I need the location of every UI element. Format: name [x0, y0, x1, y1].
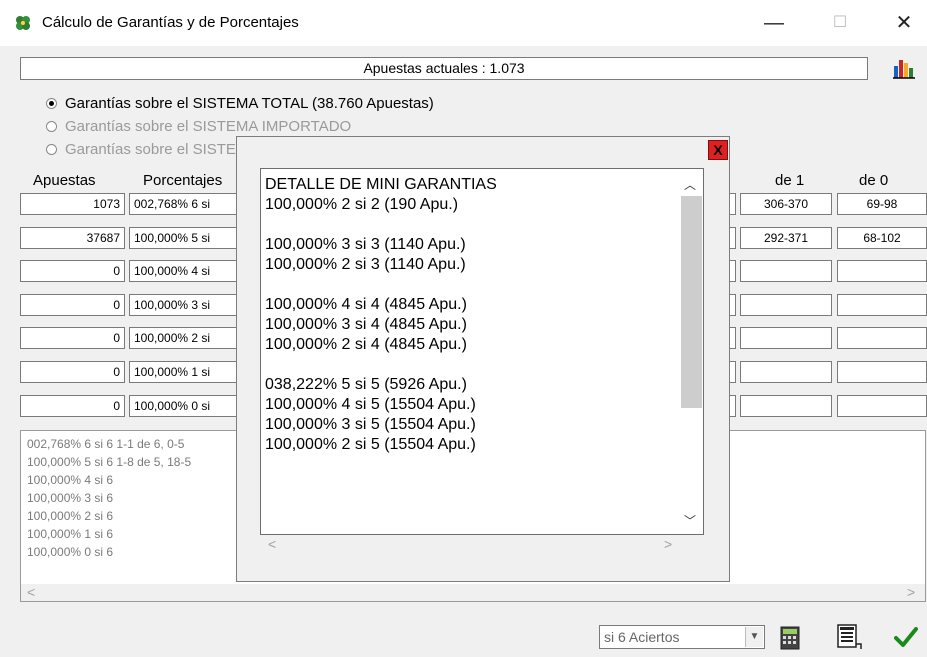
de-0-cell[interactable]: 68-102 [837, 227, 927, 249]
radio-sistema-importado[interactable]: Garantías sobre el SISTEMA IMPORTADO [46, 118, 351, 135]
log-line: 100,000% 1 si 6 [27, 527, 114, 541]
memo-scroll-thumb[interactable] [681, 196, 702, 408]
calculator-icon[interactable] [780, 626, 800, 655]
log-line: 002,768% 6 si 6 1-1 de 6, 0-5 [27, 437, 185, 451]
memo-line: 100,000% 2 si 5 (15504 Apu.) [265, 436, 476, 453]
memo-line: DETALLE DE MINI GARANTIAS [265, 176, 497, 193]
radio-button[interactable] [46, 121, 57, 132]
header-de-0: de 0 [859, 172, 889, 189]
memo-line: 100,000% 4 si 5 (15504 Apu.) [265, 396, 476, 413]
apuestas-cell[interactable]: 0 [20, 260, 125, 282]
memo-line: 100,000% 3 si 4 (4845 Apu.) [265, 316, 467, 333]
de-0-cell[interactable] [837, 294, 927, 316]
de-1-cell[interactable] [740, 361, 832, 383]
de-0-cell[interactable] [837, 361, 927, 383]
de-1-cell[interactable] [740, 294, 832, 316]
porcentaje-cell[interactable]: 100,000% 4 si [129, 260, 239, 282]
memo-line: 100,000% 4 si 4 (4845 Apu.) [265, 296, 467, 313]
minimize-button[interactable]: — [752, 8, 796, 38]
close-window-button[interactable]: ✕ [882, 8, 926, 38]
porcentaje-cell[interactable]: 100,000% 1 si [129, 361, 239, 383]
memo-scroll-left-icon[interactable]: < [268, 536, 276, 552]
bar-chart-icon[interactable] [892, 57, 916, 79]
log-line: 100,000% 0 si 6 [27, 545, 114, 559]
header-de-1: de 1 [775, 172, 805, 189]
radio-sistema-third[interactable]: Garantías sobre el SISTEMA [46, 141, 258, 158]
mini-garantias-memo[interactable]: DETALLE DE MINI GARANTIAS 100,000% 2 si 2… [260, 168, 704, 535]
de-0-cell[interactable] [837, 260, 927, 282]
porcentaje-cell[interactable]: 100,000% 0 si [129, 395, 239, 417]
clover-app-icon [14, 14, 32, 32]
radio-button[interactable] [46, 144, 57, 155]
porcentaje-cell[interactable]: 002,768% 6 si [129, 193, 239, 215]
de-1-cell[interactable] [740, 260, 832, 282]
chevron-down-icon[interactable]: ▼ [745, 627, 763, 647]
log-horizontal-scrollbar[interactable]: < > [21, 584, 925, 601]
header-apuestas: Apuestas [33, 172, 96, 189]
apuestas-cell[interactable]: 0 [20, 327, 125, 349]
radio-label: Garantías sobre el SISTEMA [65, 141, 259, 158]
header-porcentajes: Porcentajes [143, 172, 223, 189]
radio-label: Garantías sobre el SISTEMA TOTAL (38.760… [65, 95, 434, 112]
memo-line: 038,222% 5 si 5 (5926 Apu.) [265, 376, 467, 393]
log-line: 100,000% 2 si 6 [27, 509, 114, 523]
checkmark-icon[interactable] [894, 626, 918, 653]
apuestas-actuales-field: Apuestas actuales : 1.073 [20, 57, 868, 80]
apuestas-cell[interactable]: 1073 [20, 193, 125, 215]
apuestas-cell[interactable]: 0 [20, 395, 125, 417]
memo-line: 100,000% 2 si 4 (4845 Apu.) [265, 336, 467, 353]
aciertos-select[interactable]: si 6 Aciertos ▼ [599, 625, 765, 649]
porcentaje-cell[interactable]: 100,000% 5 si [129, 227, 239, 249]
scroll-down-icon[interactable]: ﹀ [684, 512, 696, 529]
maximize-button[interactable]: ☐ [818, 8, 862, 38]
scroll-right-icon[interactable]: > [907, 584, 915, 600]
porcentaje-cell[interactable]: 100,000% 3 si [129, 294, 239, 316]
window-title: Cálculo de Garantías y de Porcentajes [42, 14, 299, 31]
apuestas-cell[interactable]: 0 [20, 361, 125, 383]
memo-line: 100,000% 3 si 3 (1140 Apu.) [265, 236, 466, 253]
log-line: 100,000% 4 si 6 [27, 473, 114, 487]
apuestas-cell[interactable]: 37687 [20, 227, 125, 249]
de-1-cell[interactable] [740, 395, 832, 417]
memo-line: 100,000% 2 si 2 (190 Apu.) [265, 196, 459, 213]
scroll-up-icon[interactable]: ︿ [684, 176, 696, 193]
de-0-cell[interactable]: 69-98 [837, 193, 927, 215]
log-line: 100,000% 5 si 6 1-8 de 5, 18-5 [27, 455, 192, 469]
scroll-left-icon[interactable]: < [27, 584, 35, 600]
porcentaje-cell[interactable]: 100,000% 2 si [129, 327, 239, 349]
aciertos-select-value: si 6 Aciertos [604, 629, 680, 645]
radio-label: Garantías sobre el SISTEMA IMPORTADO [65, 118, 352, 135]
document-report-icon[interactable] [836, 624, 862, 655]
de-1-cell[interactable] [740, 327, 832, 349]
radio-sistema-total[interactable]: Garantías sobre el SISTEMA TOTAL (38.760… [46, 95, 434, 112]
memo-scroll-right-icon[interactable]: > [664, 536, 672, 552]
de-1-cell[interactable]: 292-371 [740, 227, 832, 249]
log-line: 100,000% 3 si 6 [27, 491, 114, 505]
apuestas-cell[interactable]: 0 [20, 294, 125, 316]
memo-line: 100,000% 2 si 3 (1140 Apu.) [265, 256, 466, 273]
de-0-cell[interactable] [837, 395, 927, 417]
memo-line: 100,000% 3 si 5 (15504 Apu.) [265, 416, 476, 433]
radio-button[interactable] [46, 98, 57, 109]
de-0-cell[interactable] [837, 327, 927, 349]
close-dialog-button[interactable]: X [708, 140, 728, 160]
de-1-cell[interactable]: 306-370 [740, 193, 832, 215]
